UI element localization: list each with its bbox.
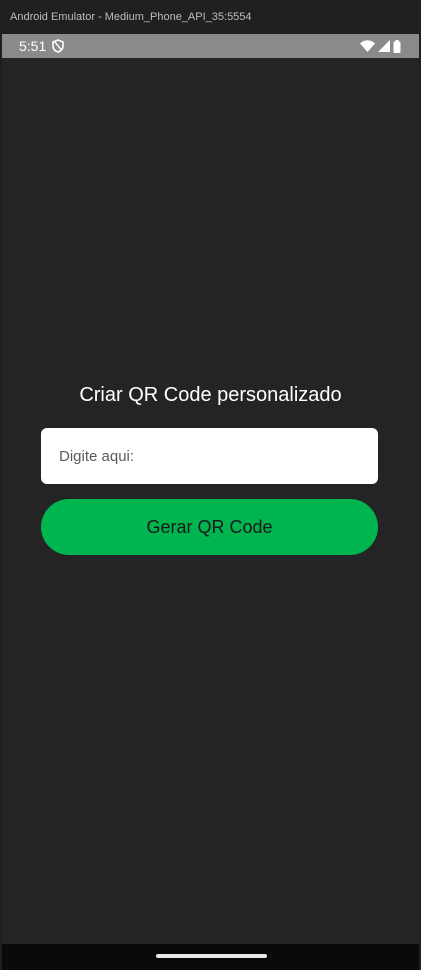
- shield-icon: [52, 39, 64, 53]
- text-input-container[interactable]: [41, 428, 378, 484]
- battery-icon: [393, 39, 401, 53]
- window-title: Android Emulator - Medium_Phone_API_35:5…: [0, 0, 421, 34]
- signal-icon: [378, 40, 390, 52]
- status-time: 5:51: [19, 38, 47, 54]
- status-bar: 5:51: [2, 34, 419, 58]
- generate-qr-button[interactable]: Gerar QR Code: [41, 499, 378, 555]
- navigation-bar: [2, 944, 419, 970]
- text-input[interactable]: [57, 446, 378, 466]
- generate-qr-button-label: Gerar QR Code: [146, 516, 273, 537]
- status-icons: [360, 39, 401, 53]
- page-title: Criar QR Code personalizado: [79, 384, 342, 406]
- emulator-window: Android Emulator - Medium_Phone_API_35:5…: [0, 0, 421, 970]
- home-handle[interactable]: [156, 954, 267, 958]
- wifi-icon: [360, 40, 375, 52]
